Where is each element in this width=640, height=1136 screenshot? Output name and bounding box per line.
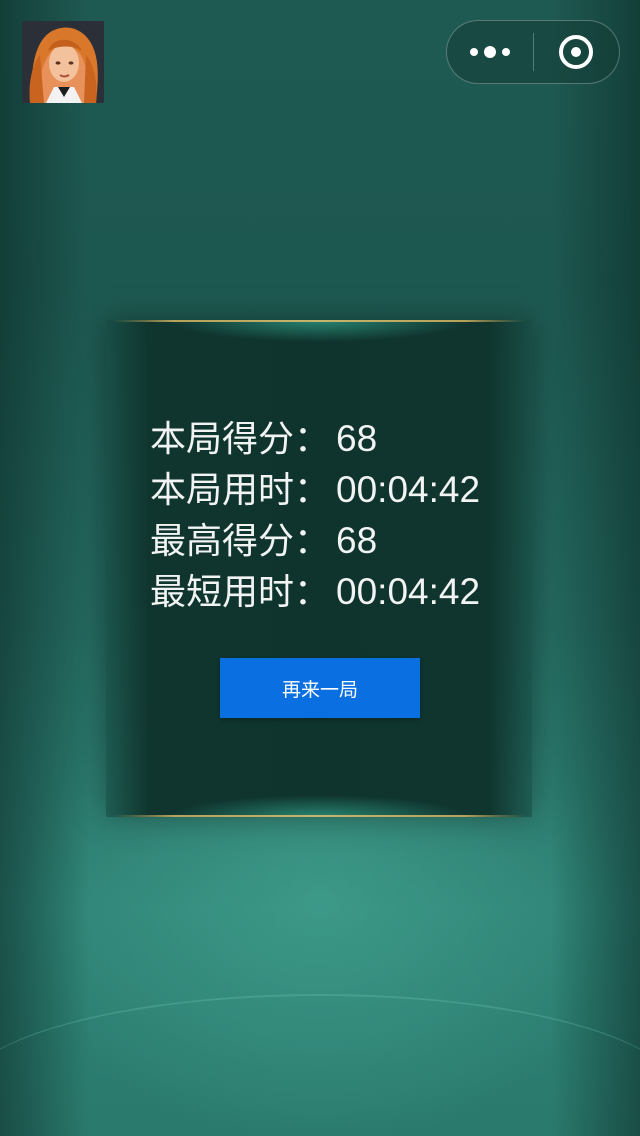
panel-bottom-border: [112, 815, 526, 817]
panel-top-border: [112, 320, 526, 322]
target-close-icon: [559, 35, 594, 69]
stat-value: 00:04:42: [336, 469, 481, 510]
result-stats: 本局得分： 68 本局用时： 00:04:42 最高得分： 68 最短用时： 00:04…: [150, 414, 480, 618]
mini-program-capsule: [446, 20, 620, 84]
stat-current-time: 本局用时： 00:04:42: [150, 465, 480, 516]
stat-label: 本局用时：: [150, 470, 331, 511]
result-panel: 本局得分： 68 本局用时： 00:04:42 最高得分： 68 最短用时： 00:04…: [106, 320, 532, 817]
avatar-portrait-icon: [22, 21, 104, 103]
stat-label: 本局得分：: [150, 419, 331, 460]
play-again-button[interactable]: 再来一局: [220, 658, 420, 718]
stat-label: 最高得分：: [150, 521, 331, 562]
more-button[interactable]: [447, 21, 533, 83]
stat-value: 68: [336, 418, 378, 459]
player-avatar[interactable]: [22, 21, 104, 103]
stat-best-time: 最短用时： 00:04:42: [150, 567, 480, 618]
stat-value: 68: [336, 520, 378, 561]
stat-best-score: 最高得分： 68: [150, 516, 480, 567]
game-result-screen: 本局得分： 68 本局用时： 00:04:42 最高得分： 68 最短用时： 00:04…: [0, 0, 640, 1136]
stat-label: 最短用时：: [150, 572, 331, 613]
stat-current-score: 本局得分： 68: [150, 414, 480, 465]
stat-value: 00:04:42: [336, 571, 481, 612]
close-button[interactable]: [534, 21, 620, 83]
more-dots-icon: [469, 46, 510, 58]
